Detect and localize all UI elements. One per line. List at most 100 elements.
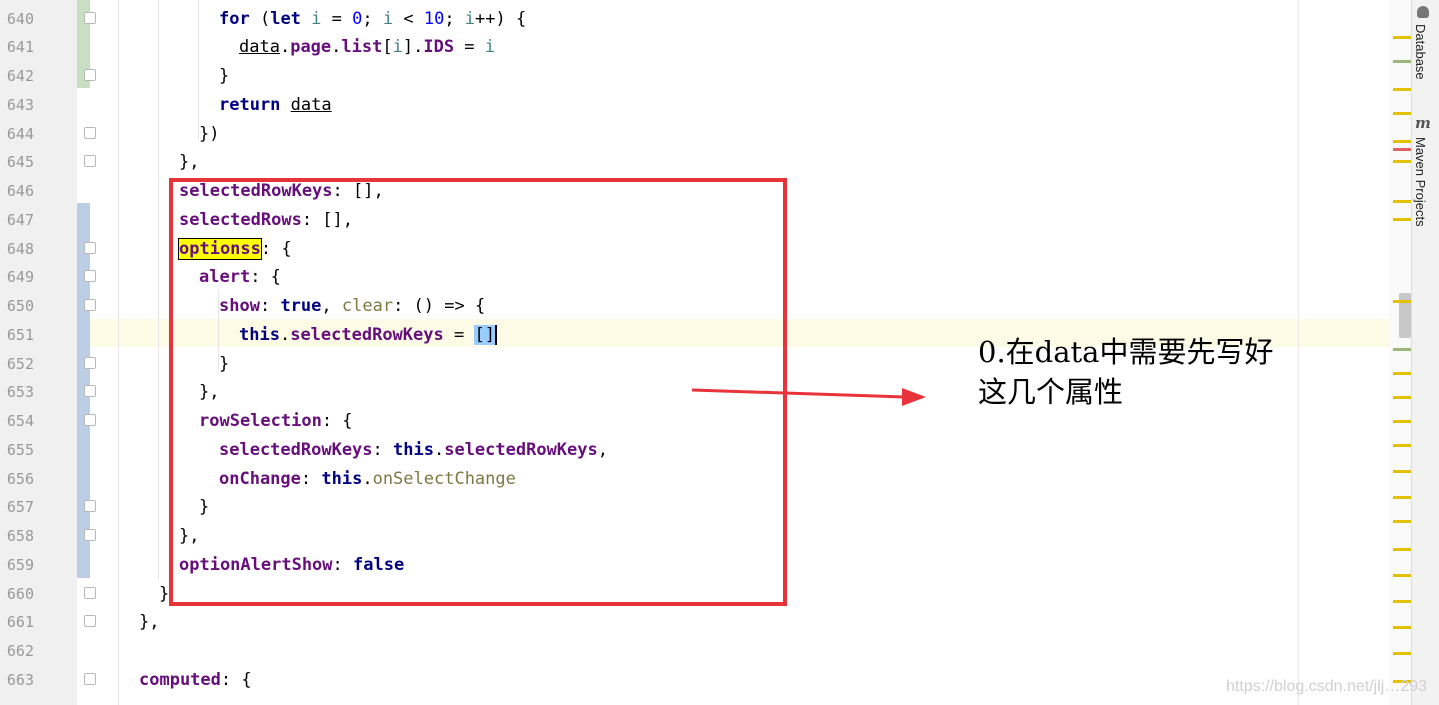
error-stripe-mark[interactable] [1393, 60, 1411, 63]
line-number: 663 [6, 671, 34, 689]
error-stripe-mark[interactable] [1393, 548, 1411, 551]
line-number: 642 [6, 67, 34, 85]
keyword: let [270, 9, 301, 29]
indent-guide [158, 0, 159, 580]
database-icon[interactable] [1417, 6, 1429, 18]
punct: < [393, 9, 424, 29]
code-line-645[interactable]: }, [179, 152, 199, 172]
fold-marker-icon[interactable] [84, 615, 96, 627]
punct: ++) { [475, 9, 527, 29]
error-stripe-mark[interactable] [1393, 372, 1411, 375]
error-stripe-mark[interactable] [1393, 348, 1411, 351]
indent-guide [118, 0, 119, 705]
error-stripe-mark[interactable] [1393, 140, 1411, 143]
code-line-660[interactable]: } [159, 584, 169, 604]
error-stripe-mark[interactable] [1393, 300, 1411, 303]
number: 10 [423, 9, 445, 29]
line-number: 645 [6, 153, 34, 171]
line-number: 643 [6, 96, 34, 114]
error-stripe-mark[interactable] [1393, 200, 1411, 203]
variable: i [382, 9, 394, 29]
fold-marker-icon[interactable] [84, 673, 96, 685]
error-stripe-mark[interactable] [1393, 496, 1411, 499]
line-number: 641 [6, 38, 34, 56]
punct: [ [382, 37, 393, 57]
tool-window-database[interactable]: Database [1413, 24, 1428, 80]
line-number-current: 651 [6, 326, 34, 344]
identifier: data [290, 95, 332, 115]
punct: = [454, 37, 485, 57]
fold-marker-icon[interactable] [84, 357, 96, 369]
line-number: 658 [6, 527, 34, 545]
punct: ]. [402, 37, 424, 57]
error-stripe-mark[interactable] [1393, 520, 1411, 523]
punct: ; [444, 9, 465, 29]
error-stripe-mark[interactable] [1393, 396, 1411, 399]
annotation-text: 0.在data中需要先写好 这几个属性 [978, 332, 1273, 412]
annotation-line-1: 0.在data中需要先写好 [978, 335, 1274, 369]
code-line-663[interactable]: computed: { [139, 670, 252, 690]
annotation-line-2: 这几个属性 [978, 375, 1124, 409]
error-stripe-mark[interactable] [1393, 112, 1411, 115]
error-stripe-mark[interactable] [1393, 652, 1411, 655]
fold-marker-icon[interactable] [84, 155, 96, 167]
error-stripe-mark[interactable] [1393, 218, 1411, 221]
error-stripe-mark[interactable] [1393, 600, 1411, 603]
property: computed [139, 670, 221, 690]
punct: . [331, 37, 342, 57]
line-number: 652 [6, 355, 34, 373]
number: 0 [352, 9, 363, 29]
identifier: data [239, 37, 280, 57]
code-line-644[interactable]: }) [199, 124, 219, 144]
code-line-642[interactable]: } [219, 66, 229, 86]
error-stripe-mark[interactable] [1393, 470, 1411, 473]
right-margin-guide [1298, 0, 1299, 705]
arrow-shaft [691, 388, 905, 399]
punct: = [321, 9, 353, 29]
code-line-641[interactable]: data.page.list[i].IDS = i [239, 37, 495, 57]
line-number: 647 [6, 211, 34, 229]
code-line-643[interactable]: return data [219, 95, 332, 115]
error-stripe-mark[interactable] [1393, 160, 1411, 163]
property: IDS [423, 37, 455, 57]
fold-marker-icon[interactable] [84, 587, 96, 599]
watermark: https://blog.csdn.net/jlj…293 [1226, 678, 1428, 695]
error-stripe-mark[interactable] [1393, 88, 1411, 91]
line-number: 659 [6, 556, 34, 574]
error-stripe-mark[interactable] [1393, 444, 1411, 447]
property: list [341, 37, 383, 57]
error-stripe-mark[interactable] [1393, 420, 1411, 423]
fold-marker-icon[interactable] [84, 69, 96, 81]
fold-marker-icon[interactable] [84, 385, 96, 397]
line-number: 655 [6, 441, 34, 459]
arrow-head [902, 388, 926, 406]
variable: i [464, 9, 476, 29]
fold-marker-icon[interactable] [84, 529, 96, 541]
code-line-661[interactable]: }, [139, 612, 159, 632]
fold-marker-icon[interactable] [84, 270, 96, 282]
line-number: 660 [6, 585, 34, 603]
line-number: 661 [6, 613, 34, 631]
code-line-640[interactable]: for (let i = 0; i < 10; i++) { [219, 9, 526, 29]
keyword: return [219, 95, 281, 115]
fold-marker-icon[interactable] [84, 127, 96, 139]
tool-window-maven-projects[interactable]: Maven Projects [1413, 137, 1428, 227]
line-number-gutter: 640 641 642 643 644 645 646 647 648 649 … [0, 0, 77, 705]
error-stripe-mark[interactable] [1393, 626, 1411, 629]
fold-marker-icon[interactable] [84, 242, 96, 254]
maven-icon[interactable]: m [1415, 114, 1431, 132]
error-stripe-mark[interactable] [1393, 574, 1411, 577]
punct: : { [220, 670, 252, 690]
fold-marker-icon[interactable] [84, 299, 96, 311]
fold-marker-icon[interactable] [84, 12, 96, 24]
property: page [290, 37, 332, 57]
tool-window-strip [1411, 0, 1439, 705]
line-number: 644 [6, 125, 34, 143]
fold-marker-icon[interactable] [84, 500, 96, 512]
line-number: 653 [6, 383, 34, 401]
error-stripe-mark[interactable] [1393, 36, 1411, 39]
error-stripe-mark[interactable] [1393, 148, 1411, 151]
line-number: 662 [6, 642, 34, 660]
line-number: 657 [6, 498, 34, 516]
fold-marker-icon[interactable] [84, 414, 96, 426]
